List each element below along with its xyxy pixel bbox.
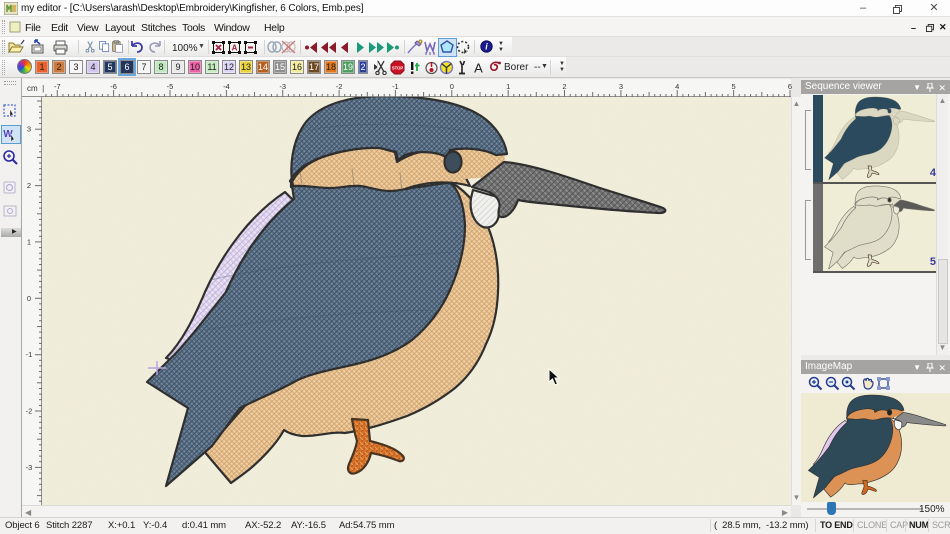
svg-text:STOP: STOP xyxy=(392,66,404,71)
svg-text:A: A xyxy=(232,44,238,53)
svg-text:A: A xyxy=(474,61,483,76)
